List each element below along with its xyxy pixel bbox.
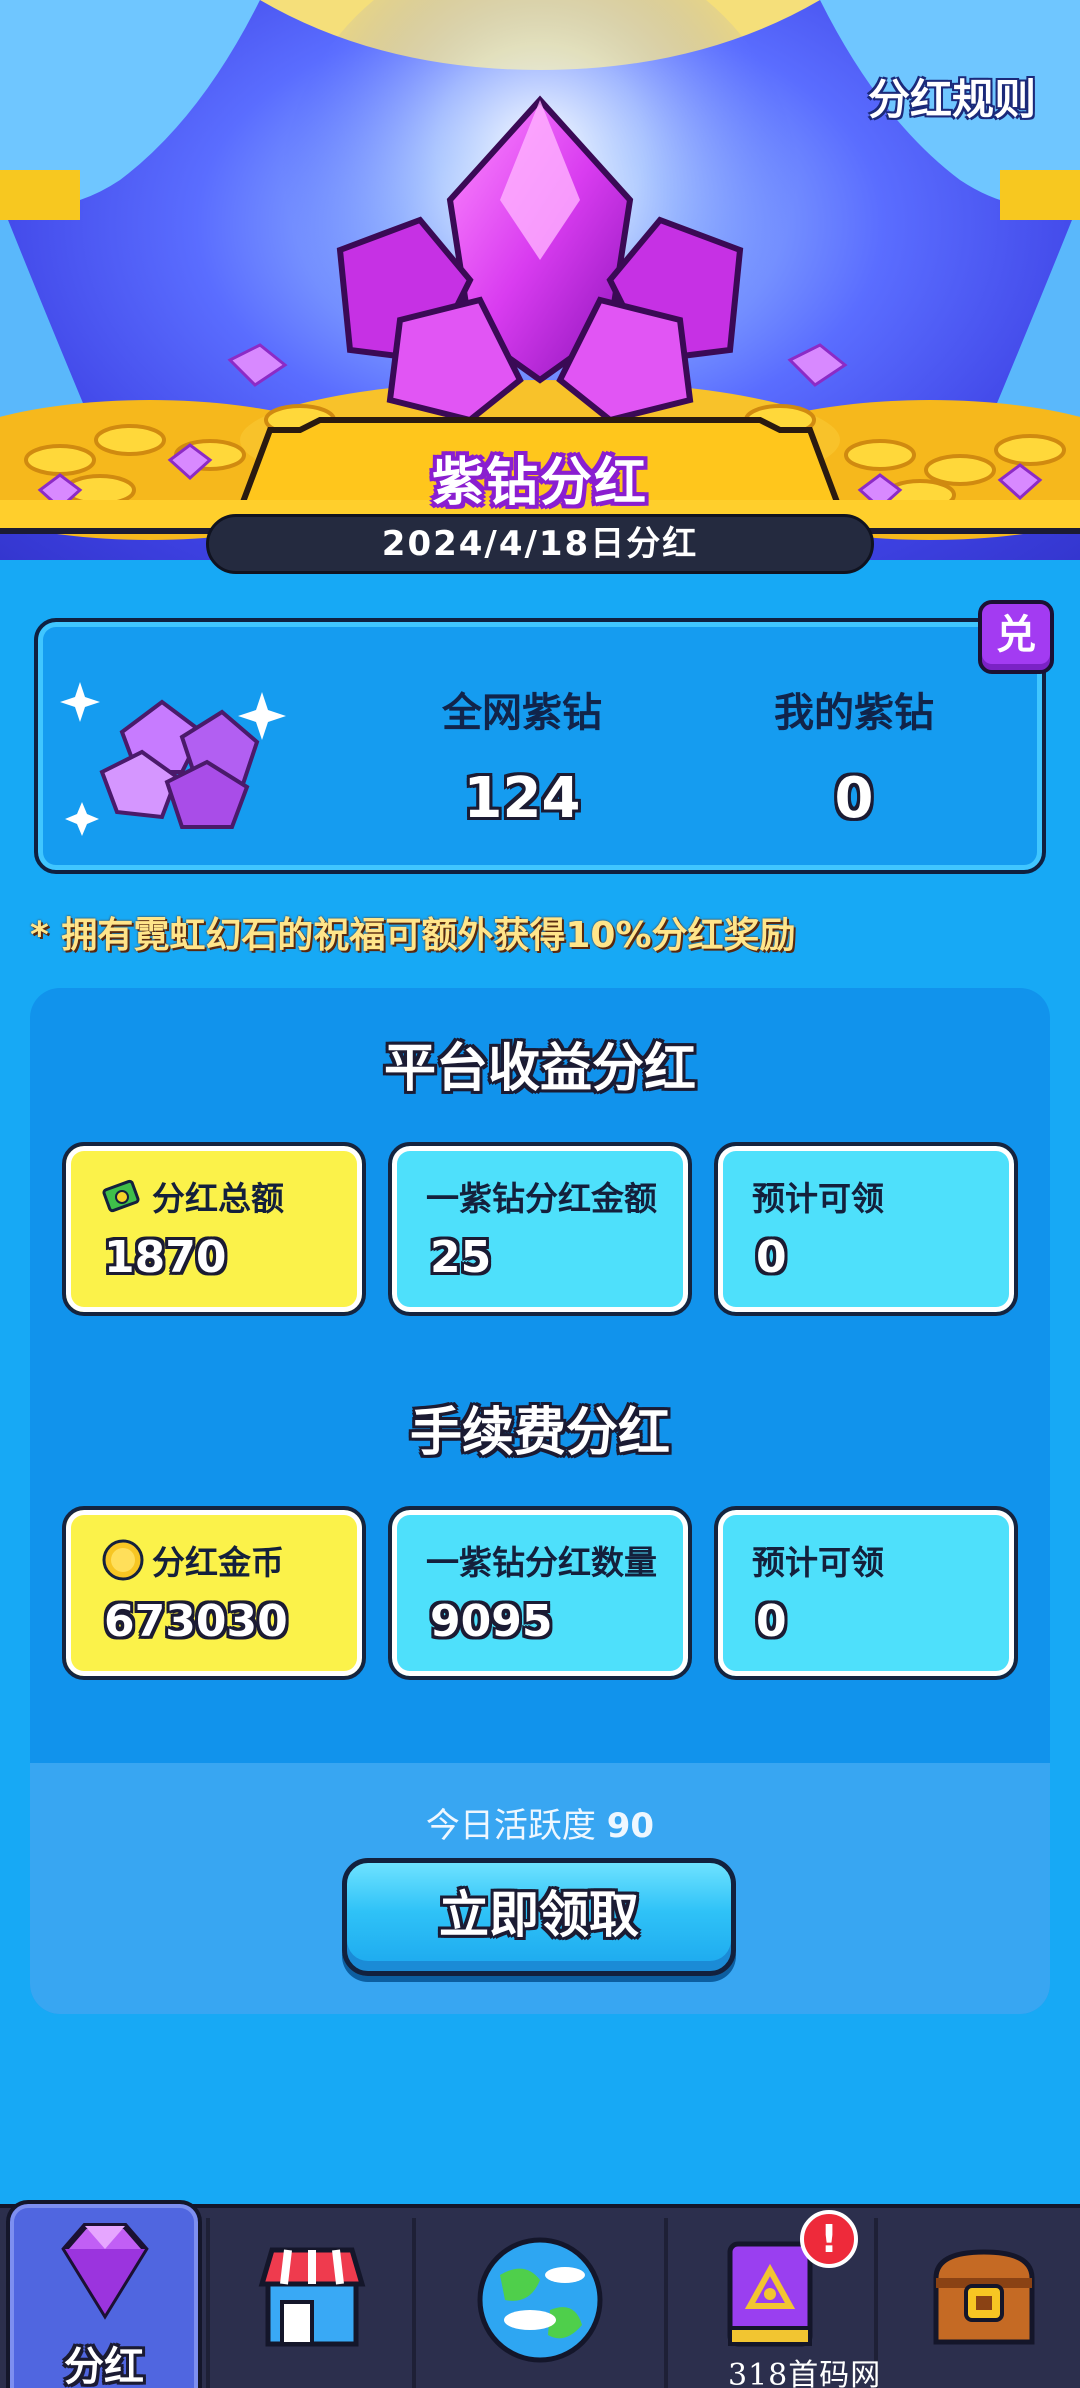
platform-dividend-title: 平台收益分红: [383, 1039, 696, 1099]
network-diamonds-stat: 全网紫钻 124: [372, 680, 672, 831]
cash-icon: [102, 1179, 140, 1213]
bonus-notice: * 拥有霓虹幻石的祝福可额外获得10%分红奖励: [30, 915, 796, 956]
activity-row: 今日活跃度 90: [30, 1798, 1050, 1847]
platform-total-value: 1870: [104, 1232, 227, 1283]
hero-banner: 分红规则 紫钻分红: [0, 0, 1080, 560]
platform-expected-label: 预计可领: [752, 1179, 884, 1218]
activity-value: 90: [606, 1806, 655, 1846]
dividend-panel: 平台收益分红 分红总额 1870 一紫钻分红金额 25 预计可领 0 手续费分红…: [30, 988, 1050, 2014]
treasure-chest-icon: [933, 2249, 1035, 2345]
network-diamonds-label: 全网紫钻: [442, 690, 602, 736]
fee-dividend-title: 手续费分红: [409, 1403, 670, 1463]
platform-expected-value: 0: [756, 1232, 787, 1283]
nav-item-shop[interactable]: [210, 2208, 412, 2388]
notification-badge: !: [800, 2210, 858, 2268]
platform-total-tile: 分红总额 1870: [62, 1142, 366, 1316]
diamond-cluster-icon: [60, 682, 286, 836]
activity-label: 今日活跃度: [425, 1806, 596, 1846]
platform-per-diamond-value: 25: [430, 1232, 492, 1283]
fee-per-diamond-tile: 一紫钻分红数量 9095: [388, 1506, 692, 1680]
nav-label-dividend: 分红: [64, 2344, 144, 2388]
platform-total-label: 分红总额: [152, 1179, 284, 1218]
nav-item-world[interactable]: [416, 2208, 664, 2388]
platform-per-diamond-label: 一紫钻分红金额: [426, 1179, 657, 1218]
claim-now-button[interactable]: 立即领取: [342, 1858, 736, 1976]
my-diamonds-label: 我的紫钻: [774, 690, 934, 736]
page-title: 紫钻分红: [431, 453, 648, 513]
diamond-stats-card: 全网紫钻 124 我的紫钻 0: [34, 618, 1046, 874]
dividend-date-label: 2024/4/18日分红: [206, 514, 874, 574]
platform-total-label-row: 分红总额: [100, 1172, 284, 1220]
globe-icon: [477, 2237, 603, 2363]
my-diamonds-value: 0: [834, 766, 874, 831]
fee-coins-label: 分红金币: [152, 1543, 284, 1582]
network-diamonds-value: 124: [463, 766, 581, 831]
fee-coins-label-row: 分红金币: [100, 1536, 284, 1584]
my-diamonds-stat: 我的紫钻 0: [704, 680, 1004, 831]
nav-item-dividend[interactable]: 分红: [6, 2200, 202, 2388]
exchange-button[interactable]: 兑: [978, 600, 1054, 674]
fee-expected-tile: 预计可领 0: [714, 1506, 1018, 1680]
coin-icon: [102, 1539, 144, 1581]
fee-coins-tile: 分红金币 673030: [62, 1506, 366, 1680]
fee-coins-value: 673030: [104, 1596, 288, 1647]
platform-expected-tile: 预计可领 0: [714, 1142, 1018, 1316]
fee-per-diamond-label: 一紫钻分红数量: [426, 1543, 657, 1582]
fee-expected-label: 预计可领: [752, 1543, 884, 1582]
fee-expected-value: 0: [756, 1596, 787, 1647]
shop-icon: [258, 2247, 366, 2347]
purple-diamond-icon: [61, 2223, 149, 2320]
fee-per-diamond-value: 9095: [430, 1596, 553, 1647]
dividend-rules-link[interactable]: 分红规则: [868, 66, 1036, 127]
platform-per-diamond-tile: 一紫钻分红金额 25: [388, 1142, 692, 1316]
watermark: 318首码网 www.e318.com: [728, 2358, 882, 2388]
